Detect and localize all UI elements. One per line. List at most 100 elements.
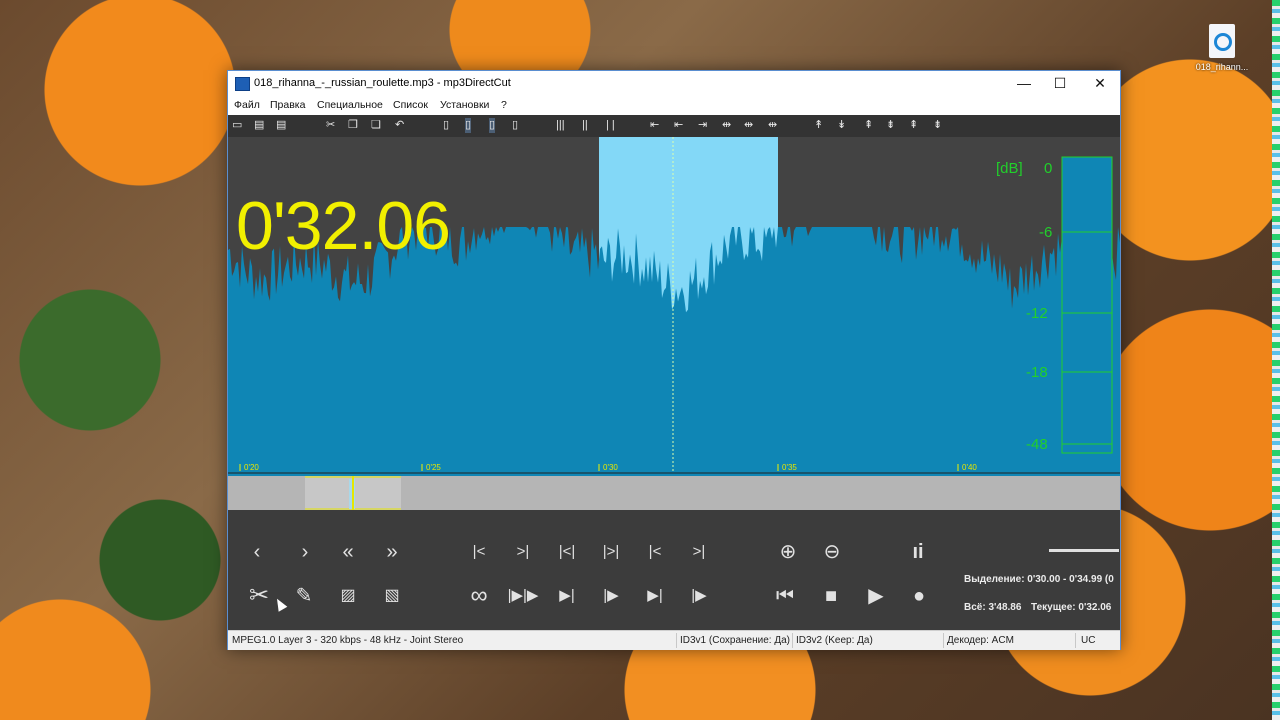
menu-settings[interactable]: Установки — [440, 99, 489, 111]
minimize-button[interactable]: — — [1004, 71, 1044, 96]
select-end-button[interactable]: |>| — [594, 538, 628, 566]
level4-icon[interactable]: ⇟ — [933, 118, 942, 133]
level-meter — [1061, 156, 1113, 454]
save-icon[interactable]: ▤ — [254, 118, 264, 133]
status-divider — [792, 633, 793, 648]
play-marker-button[interactable]: |▶ — [682, 582, 716, 610]
status-bar: MPEG1.0 Layer 3 - 320 kbps - 48 kHz - Jo… — [228, 630, 1120, 650]
menu-special[interactable]: Специальное — [317, 99, 383, 111]
go-end-marker-button[interactable]: >| — [506, 538, 540, 566]
play-button[interactable]: ▶ — [859, 582, 893, 610]
db-level-0: 0 — [1044, 160, 1053, 177]
edge-strip — [1272, 0, 1280, 720]
window-title: 018_rihanna_-_russian_roulette.mp3 - mp3… — [254, 77, 511, 89]
audio-file-icon — [1209, 24, 1235, 58]
desktop-icon-label: 018_rihann... — [1195, 62, 1249, 72]
nav-split3-icon[interactable]: ⇹ — [768, 118, 777, 133]
menu-edit[interactable]: Правка — [270, 99, 305, 111]
loop-button[interactable]: ∞ — [462, 582, 496, 610]
time-tick-030: 0'30 — [603, 463, 618, 472]
markers-icon[interactable]: ||| — [556, 118, 565, 133]
control-panel: ‹ › « » |< >| |<| |>| |< >| ⊕ ⊖ ıi ✂ ✎ ▨… — [228, 510, 1120, 630]
next-button[interactable]: › — [288, 538, 322, 566]
page-icon[interactable]: ▯ — [443, 118, 449, 133]
status-format: MPEG1.0 Layer 3 - 320 kbps - 48 kHz - Jo… — [232, 635, 464, 646]
status-id3v2: ID3v2 (Keep: Да) — [796, 635, 873, 646]
cut-button[interactable]: ✂ — [242, 582, 276, 610]
go-start-button[interactable]: |< — [638, 538, 672, 566]
pause-marker-icon[interactable]: | | — [606, 118, 615, 133]
fade-up-icon[interactable]: ↟ — [814, 118, 823, 133]
fade-in-button[interactable]: ▨ — [331, 582, 365, 610]
level-icon[interactable]: ⇞ — [864, 118, 873, 133]
time-tick-040: 0'40 — [962, 463, 977, 472]
time-tick-020: 0'20 — [244, 463, 259, 472]
nav-split2-icon[interactable]: ⇹ — [744, 118, 753, 133]
total-length-info: Всё: 3'48.86 — [964, 602, 1022, 613]
copy-icon[interactable]: ❐ — [348, 118, 358, 133]
prev-button[interactable]: ‹ — [240, 538, 274, 566]
select-begin-button[interactable]: |<| — [550, 538, 584, 566]
open-icon[interactable]: ▭ — [232, 118, 242, 133]
fade-down-icon[interactable]: ↡ — [837, 118, 846, 133]
status-mode: UC — [1081, 635, 1096, 646]
db-level-12: -12 — [1026, 305, 1048, 322]
overview-bar[interactable] — [228, 476, 1120, 510]
db-level-18: -18 — [1026, 364, 1048, 381]
rewind-button[interactable]: « — [331, 538, 365, 566]
zoom-out-button[interactable]: ⊖ — [815, 538, 849, 566]
page-copy-icon[interactable]: ▯ — [512, 118, 518, 133]
save-selection-icon[interactable]: ▤ — [276, 118, 286, 133]
nav-left-icon[interactable]: ⇤ — [650, 118, 659, 133]
play-cut-button[interactable]: ▶| — [550, 582, 584, 610]
status-id3v1: ID3v1 (Сохранение: Да) — [680, 635, 790, 646]
play-from-start-button[interactable]: ▶| — [638, 582, 672, 610]
fade-out-button[interactable]: ▧ — [375, 582, 409, 610]
play-to-end-button[interactable]: |▶ — [594, 582, 628, 610]
paste-icon[interactable]: ❏ — [371, 118, 381, 133]
menu-list[interactable]: Список — [393, 99, 428, 111]
db-level-6: -6 — [1039, 224, 1053, 241]
status-decoder: Декодер: ACM — [947, 635, 1014, 646]
title-bar[interactable]: 018_rihanna_-_russian_roulette.mp3 - mp3… — [228, 71, 1120, 96]
cut-icon[interactable]: ✂ — [326, 118, 335, 133]
maximize-button[interactable]: ☐ — [1040, 71, 1080, 96]
app-icon — [235, 77, 250, 91]
go-begin-marker-button[interactable]: |< — [462, 538, 496, 566]
page-edit-icon[interactable]: ▯ — [489, 118, 496, 133]
waveform-view[interactable]: 0'32.06 [dB] 0 -6 -12 -18 -48 0'20 0'25 … — [228, 137, 1120, 476]
status-divider — [943, 633, 944, 648]
fast-forward-button[interactable]: » — [375, 538, 409, 566]
undo-icon[interactable]: ↶ — [395, 118, 404, 133]
go-to-start-button[interactable]: ⏮ — [768, 582, 802, 610]
zoom-in-button[interactable]: ⊕ — [771, 538, 805, 566]
overview-window[interactable] — [228, 476, 1120, 510]
nav-left2-icon[interactable]: ⇤ — [674, 118, 683, 133]
db-unit-label: [dB] — [996, 160, 1023, 177]
toolbar: ▭ ▤ ▤ ✂ ❐ ❏ ↶ ▯ ▯ ▯ ▯ ||| || | | ⇤ ⇤ ⇥ ⇹… — [228, 115, 1120, 137]
app-window: 018_rihanna_-_russian_roulette.mp3 - mp3… — [227, 70, 1121, 650]
selection-info: Выделение: 0'30.00 - 0'34.99 (0 — [964, 574, 1114, 585]
nav-right-icon[interactable]: ⇥ — [698, 118, 707, 133]
level2-icon[interactable]: ⇟ — [886, 118, 895, 133]
page-view-icon[interactable]: ▯ — [465, 118, 472, 133]
marker-icon[interactable]: || — [582, 118, 588, 133]
menu-help[interactable]: ? — [501, 99, 507, 111]
menu-bar: Файл Правка Специальное Список Установки… — [228, 96, 1120, 115]
stop-button[interactable]: ■ — [814, 582, 848, 610]
db-level-48: -48 — [1026, 436, 1048, 453]
nav-split-icon[interactable]: ⇹ — [722, 118, 731, 133]
close-button[interactable]: ✕ — [1080, 71, 1120, 96]
play-selection-button[interactable]: |▶|▶ — [506, 582, 540, 610]
volume-slider[interactable] — [1049, 549, 1119, 552]
level3-icon[interactable]: ⇞ — [909, 118, 918, 133]
record-button[interactable]: ● — [902, 582, 936, 610]
current-position-info: Текущее: 0'32.06 — [1031, 602, 1112, 613]
edit-pencil-button[interactable]: ✎ — [287, 582, 321, 610]
info-toggle-button[interactable]: ıi — [901, 538, 935, 566]
time-tick-035: 0'35 — [782, 463, 797, 472]
status-divider — [676, 633, 677, 648]
menu-file[interactable]: Файл — [234, 99, 260, 111]
desktop-mp3-file-icon[interactable]: 018_rihann... — [1195, 24, 1249, 72]
go-end-button[interactable]: >| — [682, 538, 716, 566]
